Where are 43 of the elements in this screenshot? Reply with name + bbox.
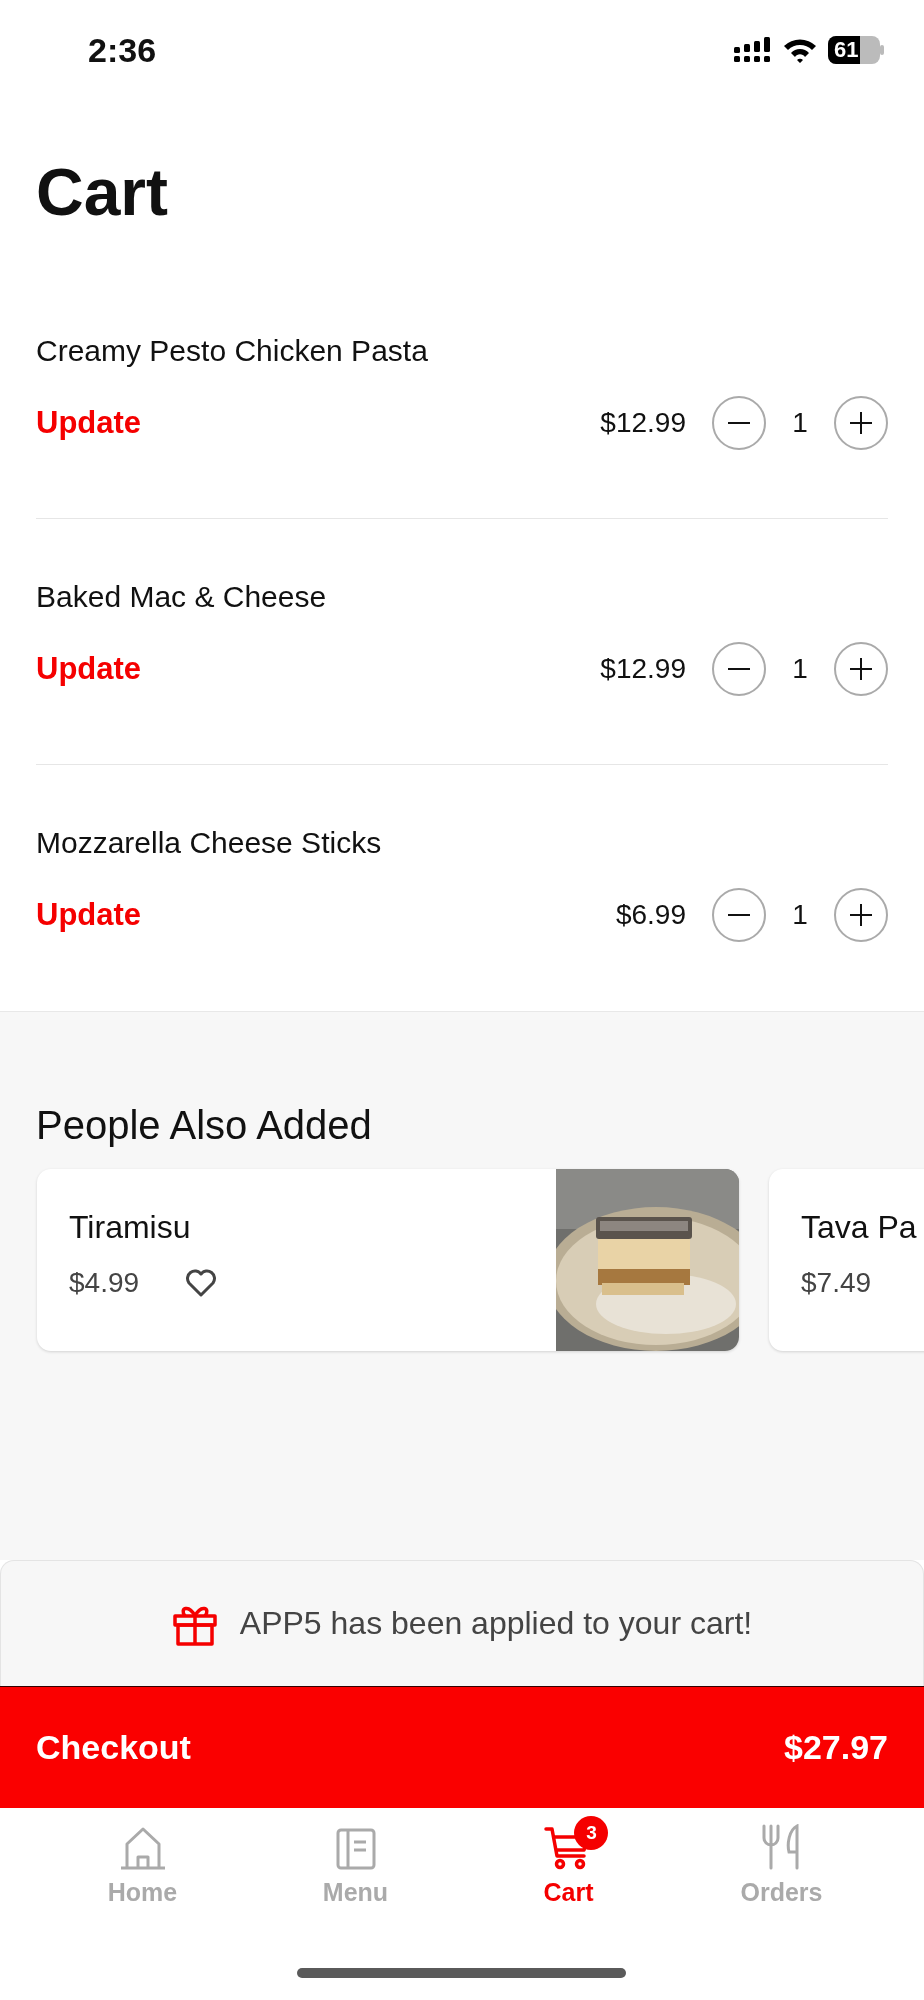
- product-name: Tiramisu: [69, 1208, 191, 1247]
- quantity-value: 1: [791, 653, 809, 685]
- tab-item[interactable]: 3 Cart: [527, 1808, 610, 1907]
- cart-count-badge: 3: [574, 1816, 609, 1850]
- item-price: $12.99: [600, 653, 686, 685]
- menu-book-icon: [335, 1828, 376, 1870]
- minus-icon: [728, 914, 750, 916]
- minus-icon: [728, 422, 750, 424]
- plus-icon: [850, 412, 872, 434]
- quantity-value: 1: [791, 899, 809, 931]
- increase-button[interactable]: [834, 642, 888, 696]
- plus-icon: [850, 904, 872, 926]
- status-time: 2:36: [88, 30, 157, 70]
- tab-item[interactable]: Menu: [306, 1808, 405, 1907]
- item-name: Baked Mac & Cheese: [36, 579, 327, 615]
- update-link[interactable]: Update: [36, 651, 142, 687]
- tab-item[interactable]: Home: [91, 1808, 194, 1907]
- item-price: $12.99: [600, 407, 686, 439]
- plus-icon: [850, 658, 872, 680]
- signal-icon: [734, 37, 772, 63]
- section-title: People Also Added: [36, 1102, 372, 1149]
- item-price: $6.99: [615, 899, 686, 931]
- update-link[interactable]: Update: [36, 897, 142, 933]
- update-link[interactable]: Update: [36, 405, 142, 441]
- checkout-button[interactable]: Checkout $27.97: [0, 1686, 924, 1808]
- item-name: Creamy Pesto Chicken Pasta: [36, 333, 428, 369]
- page-title: Cart: [36, 154, 169, 231]
- product-name: Tava Pa: [801, 1208, 917, 1247]
- item-name: Mozzarella Cheese Sticks: [36, 825, 382, 861]
- tab-item[interactable]: Orders: [724, 1808, 839, 1907]
- minus-icon: [728, 668, 750, 670]
- increase-button[interactable]: [834, 396, 888, 450]
- promo-message: APP5 has been applied to your cart!: [239, 1605, 753, 1642]
- product-card[interactable]: Tiramisu $4.99: [37, 1169, 739, 1351]
- wifi-icon: [782, 37, 818, 63]
- home-icon: [118, 1826, 167, 1870]
- heart-icon[interactable]: [185, 1269, 218, 1297]
- quantity-value: 1: [791, 407, 809, 439]
- product-price: $7.49: [801, 1267, 872, 1299]
- product-card[interactable]: Tava Pa $7.49: [769, 1169, 924, 1351]
- product-price: $4.99: [69, 1267, 140, 1299]
- fork-knife-icon: [761, 1824, 802, 1870]
- increase-button[interactable]: [834, 888, 888, 942]
